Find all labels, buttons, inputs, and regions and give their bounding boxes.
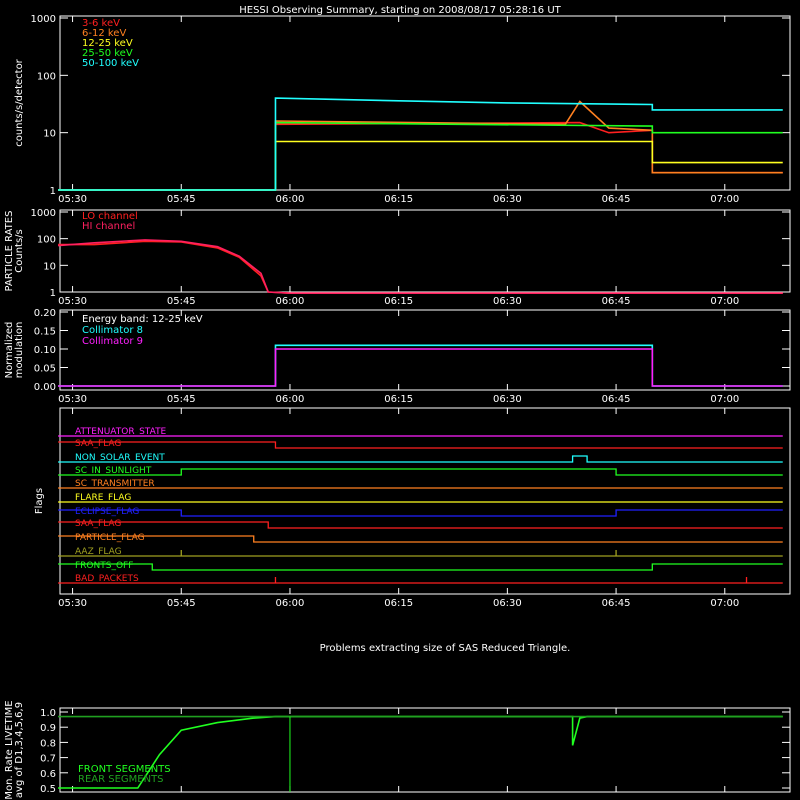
time-tick-label: 05:45 (167, 598, 196, 609)
y-tick-label: 1000 (31, 14, 56, 25)
series-line (58, 140, 783, 191)
y-axis-label-line: counts/s/detector (14, 58, 25, 146)
flag-label: ATTENUATOR_STATE (75, 427, 167, 437)
time-tick-label: 06:00 (276, 598, 305, 609)
flag-line (58, 550, 783, 557)
y-tick-label: 0.05 (34, 364, 56, 375)
time-tick-label: 05:45 (167, 296, 196, 307)
panel-1-frame (59, 209, 791, 293)
series-line (58, 100, 783, 191)
y-tick-label: 100 (37, 235, 56, 246)
series-line (58, 240, 783, 295)
legend-entry: REAR SEGMENTS (78, 774, 164, 785)
time-tick-label: 06:15 (384, 194, 413, 205)
time-tick-label: 06:30 (493, 296, 522, 307)
series-line (58, 239, 783, 295)
time-tick-label: 05:30 (58, 394, 87, 405)
y-axis-label: PARTICLE RATESCounts/s (4, 211, 25, 292)
y-axis-label-line: avg of D1,3,4,5,6,9 (14, 702, 25, 798)
time-tick-label: 05:30 (58, 296, 87, 307)
y-tick-label: 1 (50, 288, 56, 299)
flag-label: FRONTS_OFF (75, 561, 133, 571)
series-line (58, 715, 783, 789)
time-tick-label: 07:00 (710, 194, 739, 205)
time-tick-label: 06:15 (384, 598, 413, 609)
y-tick-label: 0.9 (40, 723, 56, 734)
y-tick-label: 0.00 (34, 382, 56, 393)
flag-line (58, 509, 783, 517)
y-tick-label: 0.5 (40, 784, 56, 795)
series-line (58, 344, 783, 387)
flag-label: SAA_FLAG (75, 439, 121, 449)
y-axis-label-line: modulation (14, 322, 25, 379)
y-tick-label: 1.0 (40, 708, 56, 719)
time-tick-label: 06:00 (276, 296, 305, 307)
y-tick-label: 10 (43, 261, 56, 272)
time-tick-label: 06:45 (602, 296, 631, 307)
y-axis-label-line: Counts/s (14, 229, 25, 273)
time-tick-label: 06:30 (493, 394, 522, 405)
y-tick-label: 0.10 (34, 345, 56, 356)
time-tick-label: 05:30 (58, 194, 87, 205)
time-tick-label: 06:30 (493, 598, 522, 609)
time-tick-label: 06:15 (384, 394, 413, 405)
flag-line (58, 441, 783, 449)
time-tick-label: 06:45 (602, 394, 631, 405)
time-tick-label: 05:30 (58, 598, 87, 609)
time-tick-label: 05:45 (167, 394, 196, 405)
sas-notice: Problems extracting size of SAS Reduced … (320, 643, 571, 654)
y-axis-label: Mon. Rate LIVETIMEavg of D1,3,4,5,6,9 (4, 700, 25, 799)
flag-label: SC_IN_SUNLIGHT (75, 466, 152, 476)
y-tick-label: 0.20 (34, 308, 56, 319)
time-tick-label: 06:30 (493, 194, 522, 205)
flag-line (58, 455, 783, 463)
panel-4-frame (59, 707, 791, 793)
time-tick-label: 06:45 (602, 194, 631, 205)
legend-entry: Collimator 9 (82, 336, 143, 347)
legend-entry: Collimator 8 (82, 325, 143, 336)
y-axis-label: counts/s/detector (14, 58, 25, 146)
time-tick-label: 07:00 (710, 394, 739, 405)
energy-band-annotation: Energy band: 12-25 keV (82, 314, 203, 325)
chart-panels: 05:30 05:45 06:00 06:15 06:30 06:45 07:0011010… (4, 14, 791, 800)
series-line (58, 97, 783, 191)
flag-line (58, 577, 783, 584)
y-tick-label: 1 (50, 186, 56, 197)
time-tick-label: 06:45 (602, 598, 631, 609)
time-tick-label: 07:00 (710, 598, 739, 609)
flag-label: AAZ_FLAG (75, 547, 122, 557)
hessi-summary-figure: HESSI Observing Summary, starting on 200… (4, 5, 791, 800)
flag-label: NON_SOLAR_EVENT (75, 453, 165, 463)
y-tick-label: 0.7 (40, 754, 56, 765)
time-tick-label: 06:00 (276, 394, 305, 405)
flag-label: SC_TRANSMITTER (75, 479, 155, 489)
time-tick-label: 05:45 (167, 194, 196, 205)
flag-label: ECLIPSE_FLAG (75, 507, 139, 517)
y-tick-label: 10 (43, 129, 56, 140)
series-line (58, 121, 783, 191)
flag-label: PARTICLE_FLAG (75, 533, 145, 543)
flag-line (58, 535, 783, 543)
time-tick-label: 07:00 (710, 296, 739, 307)
flag-line (58, 521, 783, 529)
y-tick-label: 100 (37, 71, 56, 82)
panel-0-frame (59, 15, 791, 191)
flag-line (58, 468, 783, 476)
y-tick-label: 1000 (31, 208, 56, 219)
legend-entry: HI channel (82, 221, 135, 232)
flag-label: FLARE_FLAG (75, 493, 131, 503)
y-axis-label: Flags (34, 488, 45, 514)
time-tick-label: 06:15 (384, 296, 413, 307)
y-tick-label: 0.6 (40, 769, 56, 780)
y-tick-label: 0.8 (40, 738, 56, 749)
y-axis-label: Normalizedmodulation (4, 322, 25, 379)
time-tick-label: 06:00 (276, 194, 305, 205)
legend-entry: 50-100 keV (82, 58, 139, 69)
flag-line (58, 563, 783, 571)
figure-title: HESSI Observing Summary, starting on 200… (239, 5, 561, 16)
flag-label: SAA_FLAG (75, 519, 121, 529)
y-tick-label: 0.15 (34, 327, 56, 338)
flag-label: BAD_PACKETS (75, 574, 139, 584)
series-line (58, 348, 783, 387)
